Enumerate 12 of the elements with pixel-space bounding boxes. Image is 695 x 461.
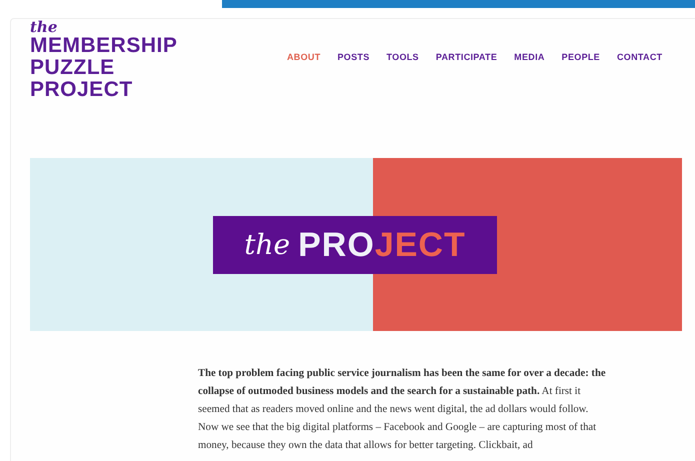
nav-link[interactable]: PARTICIPATE: [436, 51, 498, 64]
intro-paragraph: The top problem facing public service journalism has been the same for over a decade: the collapse of outmoded business models and the search for a sustainable path. At first it seemed that as readers moved online and the news went digital, the ad dollars would follow. Now we see that the big digital platforms – Facebook and Google – are capturing most of that money, because they own the data that allows for better targeting. Clickbait, ad: [198, 367, 607, 453]
nav-link[interactable]: POSTS: [338, 51, 370, 64]
logo-line: PUZZLE: [30, 57, 116, 79]
nav-link[interactable]: CONTACT: [616, 51, 662, 64]
logo-script: the: [30, 20, 58, 35]
hero-title: the PROJECT: [213, 216, 497, 274]
nav-link[interactable]: MEDIA: [514, 51, 545, 64]
logo-line: PROJECT: [30, 79, 134, 101]
nav-link[interactable]: TOOLS: [386, 51, 419, 64]
logo-line: MEMBERSHIP: [30, 35, 178, 57]
nav-link[interactable]: PEOPLE: [562, 51, 600, 64]
